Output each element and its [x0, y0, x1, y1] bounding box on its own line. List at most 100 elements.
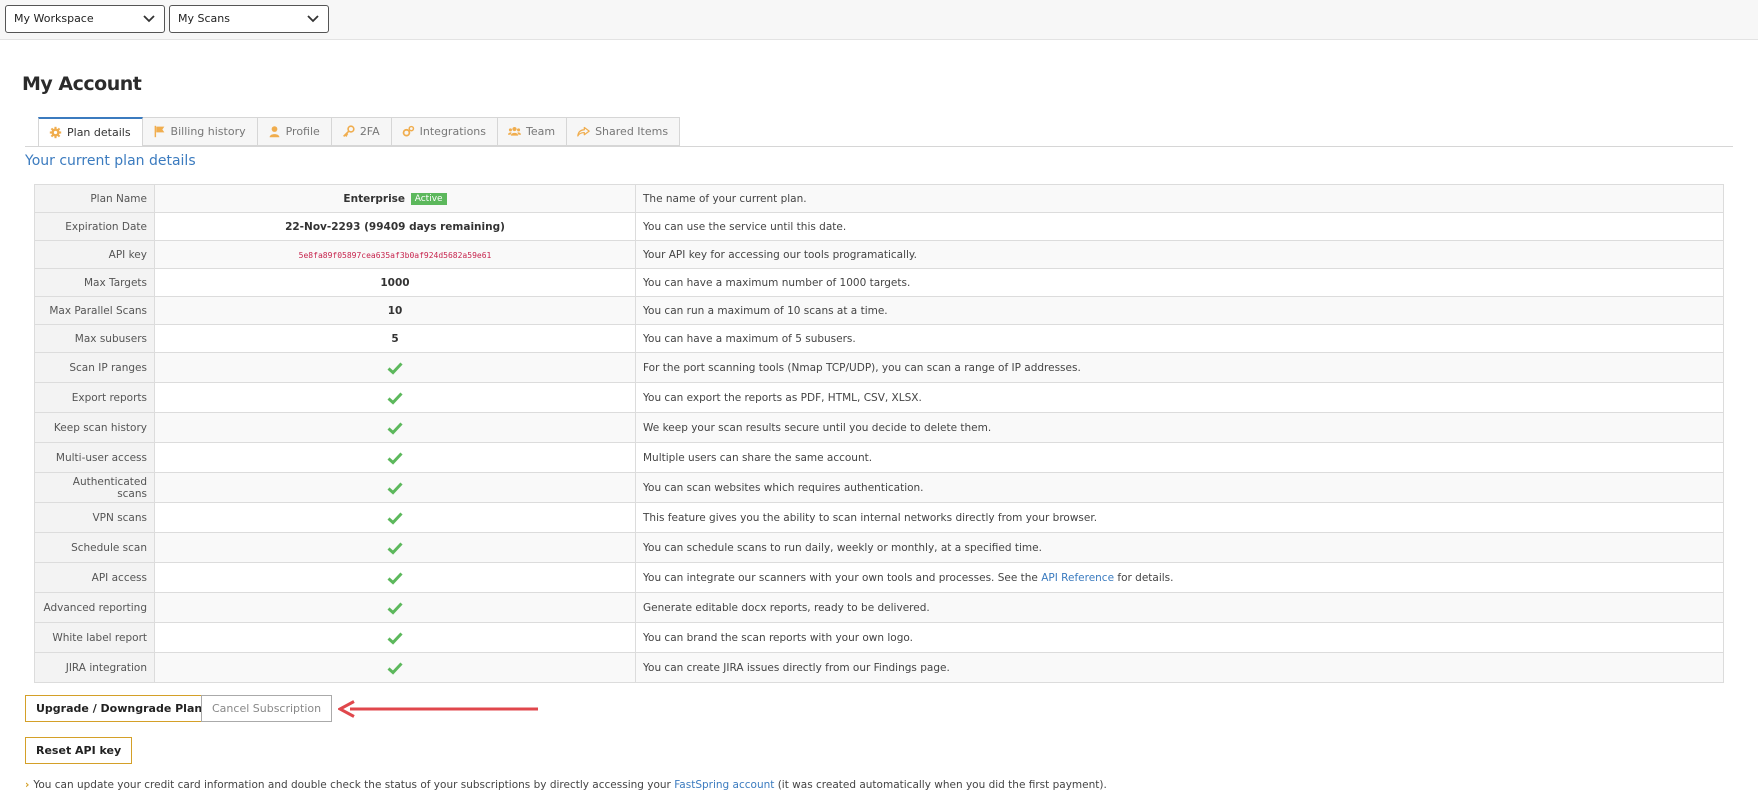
table-row: API key 5e8fa89f05897cea635af3b0af924d56…	[34, 240, 1724, 269]
row-description: You can integrate our scanners with your…	[635, 562, 1724, 593]
reset-api-key-button[interactable]: Reset API key	[25, 737, 133, 764]
check-icon	[387, 451, 403, 465]
tab-billing-history[interactable]: Billing history	[142, 117, 258, 146]
row-label: VPN scans	[34, 502, 155, 533]
users-icon	[508, 126, 521, 136]
table-row: JIRA integration You can create JIRA iss…	[34, 652, 1724, 683]
desc-text: for details.	[1114, 571, 1174, 584]
table-row: API access You can integrate our scanner…	[34, 562, 1724, 593]
row-description: You can schedule scans to run daily, wee…	[635, 532, 1724, 563]
max-targets-value: 1000	[154, 268, 636, 297]
cancel-subscription-button[interactable]: Cancel Subscription	[201, 695, 333, 722]
table-row: Export reports You can export the report…	[34, 382, 1724, 413]
row-label: Scan IP ranges	[34, 352, 155, 383]
desc-text: You can integrate our scanners with your…	[643, 571, 1042, 584]
check-icon	[387, 361, 403, 375]
feature-value	[154, 472, 636, 503]
tab-label: 2FA	[359, 125, 380, 138]
row-description: You can have a maximum of 5 subusers.	[635, 324, 1724, 353]
tab-plan-details[interactable]: Plan details	[38, 117, 143, 147]
check-icon	[387, 661, 403, 675]
row-description: Multiple users can share the same accoun…	[635, 442, 1724, 473]
row-label: Plan Name	[34, 184, 155, 213]
tab-2fa[interactable]: 2FA	[331, 117, 392, 146]
table-row: Expiration Date 22-Nov-2293 (99409 days …	[34, 212, 1724, 241]
row-description: Generate editable docx reports, ready to…	[635, 592, 1724, 623]
row-description: The name of your current plan.	[635, 184, 1724, 213]
feature-value	[154, 592, 636, 623]
api-key-text[interactable]: 5e8fa89f05897cea635af3b0af924d5682a59e61	[299, 251, 492, 260]
footnote-text: You can update your credit card informat…	[33, 779, 675, 791]
tab-label: Plan details	[67, 126, 131, 139]
scans-select[interactable]: My Scans	[169, 5, 329, 33]
tab-label: Billing history	[170, 125, 246, 138]
row-label: Schedule scan	[34, 532, 155, 563]
check-icon	[387, 481, 403, 495]
row-label: Keep scan history	[34, 412, 155, 443]
table-row: VPN scans This feature gives you the abi…	[34, 502, 1724, 533]
row-label: API key	[34, 240, 155, 269]
table-row: Plan Name Enterprise Active The name of …	[34, 184, 1724, 213]
feature-value	[154, 532, 636, 563]
top-bar: My Workspace My Scans	[0, 0, 1758, 40]
max-parallel-value: 10	[154, 296, 636, 325]
feature-value	[154, 502, 636, 533]
check-icon	[387, 421, 403, 435]
table-row: Schedule scan You can schedule scans to …	[34, 532, 1724, 563]
row-description: Your API key for accessing our tools pro…	[635, 240, 1724, 269]
tab-integrations[interactable]: Integrations	[391, 117, 498, 146]
check-icon	[387, 541, 403, 555]
feature-value	[154, 412, 636, 443]
fastspring-account-link[interactable]: FastSpring account	[674, 779, 774, 791]
account-tabs: Plan details Billing history Profile 2FA…	[38, 117, 681, 147]
row-description: You can export the reports as PDF, HTML,…	[635, 382, 1724, 413]
check-icon	[387, 631, 403, 645]
check-icon	[387, 571, 403, 585]
tabs-divider	[25, 146, 1733, 147]
plan-details-table: Plan Name Enterprise Active The name of …	[34, 184, 1724, 683]
footnote-text: (it was created automatically when you d…	[774, 779, 1107, 791]
feature-value	[154, 622, 636, 653]
row-label: Multi-user access	[34, 442, 155, 473]
chevron-right-icon: ›	[25, 779, 30, 791]
tab-shared-items[interactable]: Shared Items	[567, 117, 681, 146]
row-description: You can scan websites which requires aut…	[635, 472, 1724, 503]
feature-value	[154, 352, 636, 383]
key-icon	[342, 125, 355, 137]
tab-team[interactable]: Team	[498, 117, 568, 146]
tab-label: Profile	[285, 125, 320, 138]
row-label: Authenticated scans	[34, 472, 155, 503]
upgrade-downgrade-button[interactable]: Upgrade / Downgrade Plan	[25, 695, 214, 722]
feature-value	[154, 652, 636, 683]
workspace-select[interactable]: My Workspace	[5, 5, 165, 33]
arrow-left-icon	[338, 700, 538, 718]
row-label: JIRA integration	[34, 652, 155, 683]
status-badge: Active	[410, 192, 447, 205]
row-label: Advanced reporting	[34, 592, 155, 623]
tab-label: Integrations	[419, 125, 486, 138]
tab-profile[interactable]: Profile	[257, 117, 332, 146]
row-description: For the port scanning tools (Nmap TCP/UD…	[635, 352, 1724, 383]
feature-value	[154, 382, 636, 413]
check-icon	[387, 601, 403, 615]
page-title: My Account	[22, 73, 142, 95]
table-row: Max Targets 1000 You can have a maximum …	[34, 268, 1724, 297]
flag-icon	[154, 125, 164, 138]
row-description: This feature gives you the ability to sc…	[635, 502, 1724, 533]
row-description: You can have a maximum number of 1000 ta…	[635, 268, 1724, 297]
row-description: We keep your scan results secure until y…	[635, 412, 1724, 443]
table-row: Keep scan history We keep your scan resu…	[34, 412, 1724, 443]
row-description: You can use the service until this date.	[635, 212, 1724, 241]
api-reference-link[interactable]: API Reference	[1041, 572, 1114, 584]
table-row: Max Parallel Scans 10 You can run a maxi…	[34, 296, 1724, 325]
row-label: Max Parallel Scans	[34, 296, 155, 325]
chevron-down-icon	[307, 15, 319, 23]
expiration-value: 22-Nov-2293 (99409 days remaining)	[154, 212, 636, 241]
row-description: You can create JIRA issues directly from…	[635, 652, 1724, 683]
table-row: Multi-user access Multiple users can sha…	[34, 442, 1724, 473]
gears-icon	[402, 125, 414, 137]
workspace-select-label: My Workspace	[14, 12, 94, 25]
table-row: Scan IP ranges For the port scanning too…	[34, 352, 1724, 383]
table-row: Authenticated scans You can scan website…	[34, 472, 1724, 503]
check-icon	[387, 391, 403, 405]
